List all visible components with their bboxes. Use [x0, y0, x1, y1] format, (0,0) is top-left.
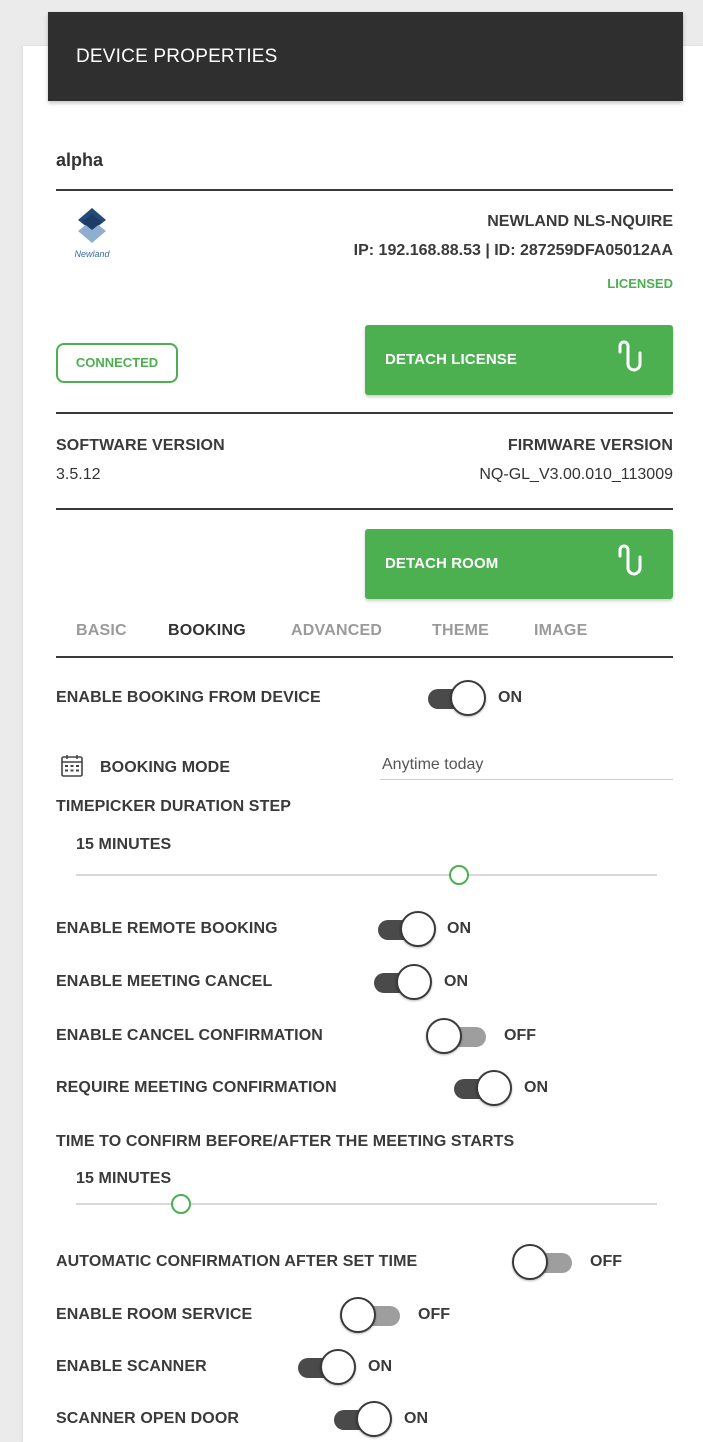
scanner-open-door-state: ON	[404, 1410, 428, 1427]
newland-logo-icon	[78, 208, 106, 243]
software-version-label: SOFTWARE VERSION	[56, 437, 225, 454]
enable-meeting-cancel-toggle[interactable]	[370, 963, 432, 1001]
enable-cancel-confirmation-state: OFF	[504, 1027, 536, 1044]
scanner-open-door-toggle[interactable]	[330, 1400, 392, 1438]
unlink-icon	[618, 340, 642, 372]
connection-status-label: CONNECTED	[75, 355, 159, 370]
divider	[56, 508, 673, 510]
enable-room-service-toggle[interactable]	[340, 1296, 402, 1334]
device-name: alpha	[56, 150, 104, 170]
enable-remote-booking-state: ON	[447, 920, 471, 937]
software-version-value: 3.5.12	[56, 466, 101, 483]
connection-status-badge: CONNECTED	[56, 343, 178, 383]
enable-scanner-label: ENABLE SCANNER	[56, 1358, 207, 1375]
tab-image[interactable]: IMAGE	[534, 622, 587, 640]
timepicker-duration-slider[interactable]	[76, 874, 657, 876]
logo-text: Newland	[74, 249, 110, 259]
require-meeting-confirmation-label: REQUIRE MEETING CONFIRMATION	[56, 1079, 337, 1096]
panel-title: DEVICE PROPERTIES	[76, 46, 278, 67]
enable-meeting-cancel-state: ON	[444, 973, 468, 990]
timepicker-duration-step-value: 15 MINUTES	[76, 836, 172, 853]
booking-mode-select[interactable]: Anytime today	[382, 756, 483, 774]
enable-booking-from-device-toggle[interactable]	[424, 679, 486, 717]
unlink-icon	[618, 544, 642, 576]
automatic-confirmation-toggle[interactable]	[512, 1243, 574, 1281]
automatic-confirmation-state: OFF	[590, 1253, 622, 1270]
tab-theme[interactable]: THEME	[432, 622, 489, 640]
timepicker-duration-step-label: TIMEPICKER DURATION STEP	[56, 798, 292, 815]
enable-booking-from-device-label: ENABLE BOOKING FROM DEVICE	[56, 689, 321, 706]
enable-booking-from-device-state: ON	[498, 689, 522, 706]
scanner-open-door-label: SCANNER OPEN DOOR	[56, 1410, 240, 1427]
detach-room-label: DETACH ROOM	[385, 555, 499, 572]
enable-remote-booking-label: ENABLE REMOTE BOOKING	[56, 920, 278, 937]
booking-mode-label: BOOKING MODE	[100, 759, 231, 776]
device-model: NEWLAND NLS-NQUIRE	[487, 213, 673, 230]
enable-cancel-confirmation-toggle[interactable]	[426, 1017, 488, 1055]
divider	[56, 412, 673, 414]
time-to-confirm-value: 15 MINUTES	[76, 1170, 172, 1187]
detach-license-button[interactable]: DETACH LICENSE	[365, 325, 673, 395]
detach-room-button[interactable]: DETACH ROOM	[365, 529, 673, 599]
tab-advanced[interactable]: ADVANCED	[291, 622, 382, 640]
enable-cancel-confirmation-label: ENABLE CANCEL CONFIRMATION	[56, 1027, 323, 1044]
tabs-underline	[56, 656, 673, 658]
time-to-confirm-slider[interactable]	[76, 1203, 657, 1205]
panel-header: DEVICE PROPERTIES	[48, 12, 683, 101]
enable-scanner-state: ON	[368, 1358, 392, 1375]
enable-room-service-state: OFF	[418, 1306, 450, 1323]
license-status: LICENSED	[607, 276, 673, 291]
enable-meeting-cancel-label: ENABLE MEETING CANCEL	[56, 973, 273, 990]
time-to-confirm-slider-thumb[interactable]	[170, 1194, 191, 1214]
enable-room-service-label: ENABLE ROOM SERVICE	[56, 1306, 253, 1323]
firmware-version-label: FIRMWARE VERSION	[507, 437, 673, 454]
firmware-version-value: NQ-GL_V3.00.010_113009	[479, 466, 673, 483]
newland-logo: Newland	[58, 207, 126, 263]
time-to-confirm-label: TIME TO CONFIRM BEFORE/AFTER THE MEETING…	[56, 1133, 515, 1150]
device-ip-id: IP: 192.168.88.53 | ID: 287259DFA05012AA	[353, 242, 673, 259]
booking-mode-underline	[380, 779, 673, 780]
divider	[56, 189, 673, 191]
tab-booking[interactable]: BOOKING	[168, 622, 246, 640]
enable-scanner-toggle[interactable]	[294, 1348, 356, 1386]
automatic-confirmation-label: AUTOMATIC CONFIRMATION AFTER SET TIME	[56, 1253, 418, 1270]
require-meeting-confirmation-state: ON	[524, 1079, 548, 1096]
calendar-icon	[61, 755, 83, 777]
detach-license-label: DETACH LICENSE	[385, 351, 517, 368]
tab-basic[interactable]: BASIC	[76, 622, 127, 640]
enable-remote-booking-toggle[interactable]	[374, 910, 436, 948]
require-meeting-confirmation-toggle[interactable]	[450, 1069, 512, 1107]
